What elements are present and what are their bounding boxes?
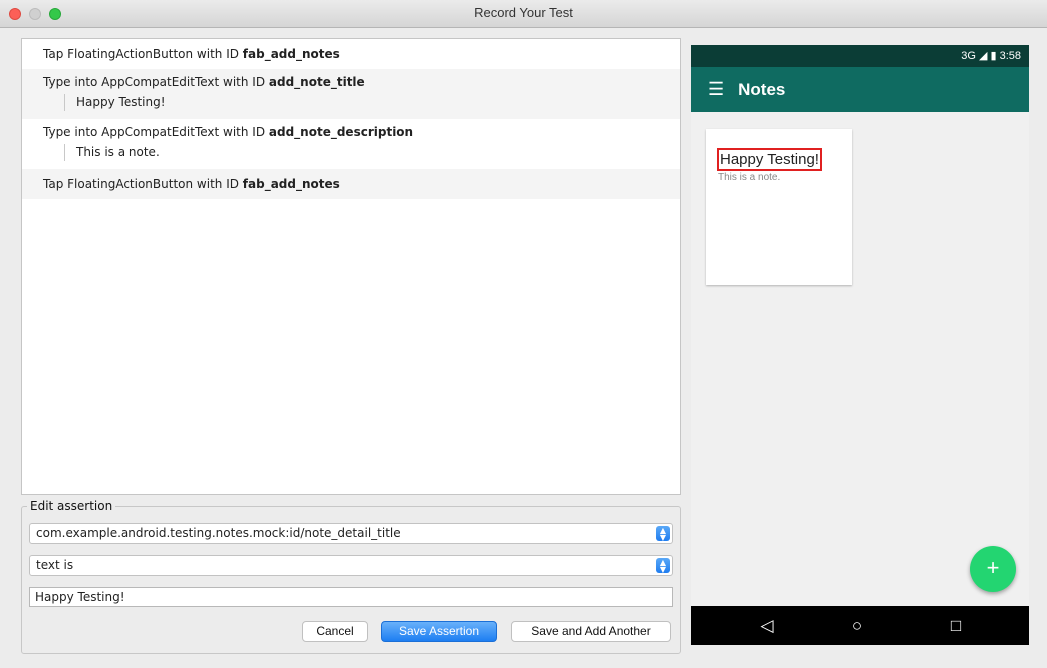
window-titlebar: Record Your Test: [0, 0, 1047, 28]
device-screen[interactable]: 3G ◢ ▮ 3:58 ☰ Notes Happy Testing! This i…: [691, 45, 1029, 645]
cancel-button[interactable]: Cancel: [302, 621, 368, 642]
recorded-steps-list[interactable]: Tap FloatingActionButton with ID fab_add…: [21, 38, 681, 495]
note-detail-title[interactable]: Happy Testing!: [717, 148, 822, 171]
save-assertion-button[interactable]: Save Assertion: [381, 621, 497, 642]
select-arrows-icon: ▲ ▼: [656, 526, 670, 542]
hamburger-menu-icon[interactable]: ☰: [708, 79, 724, 99]
edit-assertion-legend: Edit assertion: [27, 499, 116, 513]
step-item[interactable]: Tap FloatingActionButton with ID fab_add…: [22, 39, 680, 69]
step-action: Type into AppCompatEditText with ID: [43, 75, 269, 89]
recents-icon[interactable]: □: [936, 606, 976, 645]
device-status-bar: 3G ◢ ▮ 3:58: [691, 45, 1029, 67]
add-note-fab[interactable]: +: [970, 546, 1016, 592]
minimize-window-button[interactable]: [29, 8, 41, 20]
zoom-window-button[interactable]: [49, 8, 61, 20]
step-element-id: add_note_title: [268, 75, 365, 89]
app-title: Notes: [738, 80, 786, 99]
window-controls: [9, 8, 61, 20]
step-element-id: fab_add_notes: [242, 47, 340, 61]
close-window-button[interactable]: [9, 8, 21, 20]
note-detail-description[interactable]: This is a note.: [718, 172, 780, 183]
save-and-add-another-button[interactable]: Save and Add Another: [511, 621, 671, 642]
step-item[interactable]: Tap FloatingActionButton with ID fab_add…: [22, 169, 680, 199]
app-toolbar: ☰ Notes: [691, 67, 1029, 112]
edit-assertion-group: Edit assertion com.example.android.testi…: [21, 499, 681, 654]
step-action: Tap FloatingActionButton with ID: [43, 177, 243, 191]
window-title: Record Your Test: [474, 5, 573, 20]
note-card[interactable]: Happy Testing! This is a note.: [706, 129, 852, 285]
element-select[interactable]: com.example.android.testing.notes.mock:i…: [29, 523, 673, 544]
step-item[interactable]: Type into AppCompatEditText with ID add_…: [22, 119, 680, 169]
step-typed-value: Happy Testing!: [64, 94, 680, 111]
assertion-value-input[interactable]: Happy Testing!: [29, 587, 673, 607]
condition-select[interactable]: text is ▲ ▼: [29, 555, 673, 576]
step-action: Type into AppCompatEditText with ID: [43, 125, 269, 139]
condition-select-value: text is: [36, 558, 74, 572]
home-icon[interactable]: ○: [837, 606, 877, 645]
back-icon[interactable]: ◁: [747, 606, 787, 645]
select-arrows-icon: ▲ ▼: [656, 558, 670, 574]
step-action: Tap FloatingActionButton with ID: [43, 47, 243, 61]
step-typed-value: This is a note.: [64, 144, 680, 161]
step-element-id: add_note_description: [268, 125, 414, 139]
element-select-value: com.example.android.testing.notes.mock:i…: [36, 526, 401, 540]
step-item[interactable]: Type into AppCompatEditText with ID add_…: [22, 69, 680, 119]
step-element-id: fab_add_notes: [242, 177, 340, 191]
device-nav-bar: ◁ ○ □: [691, 606, 1029, 645]
